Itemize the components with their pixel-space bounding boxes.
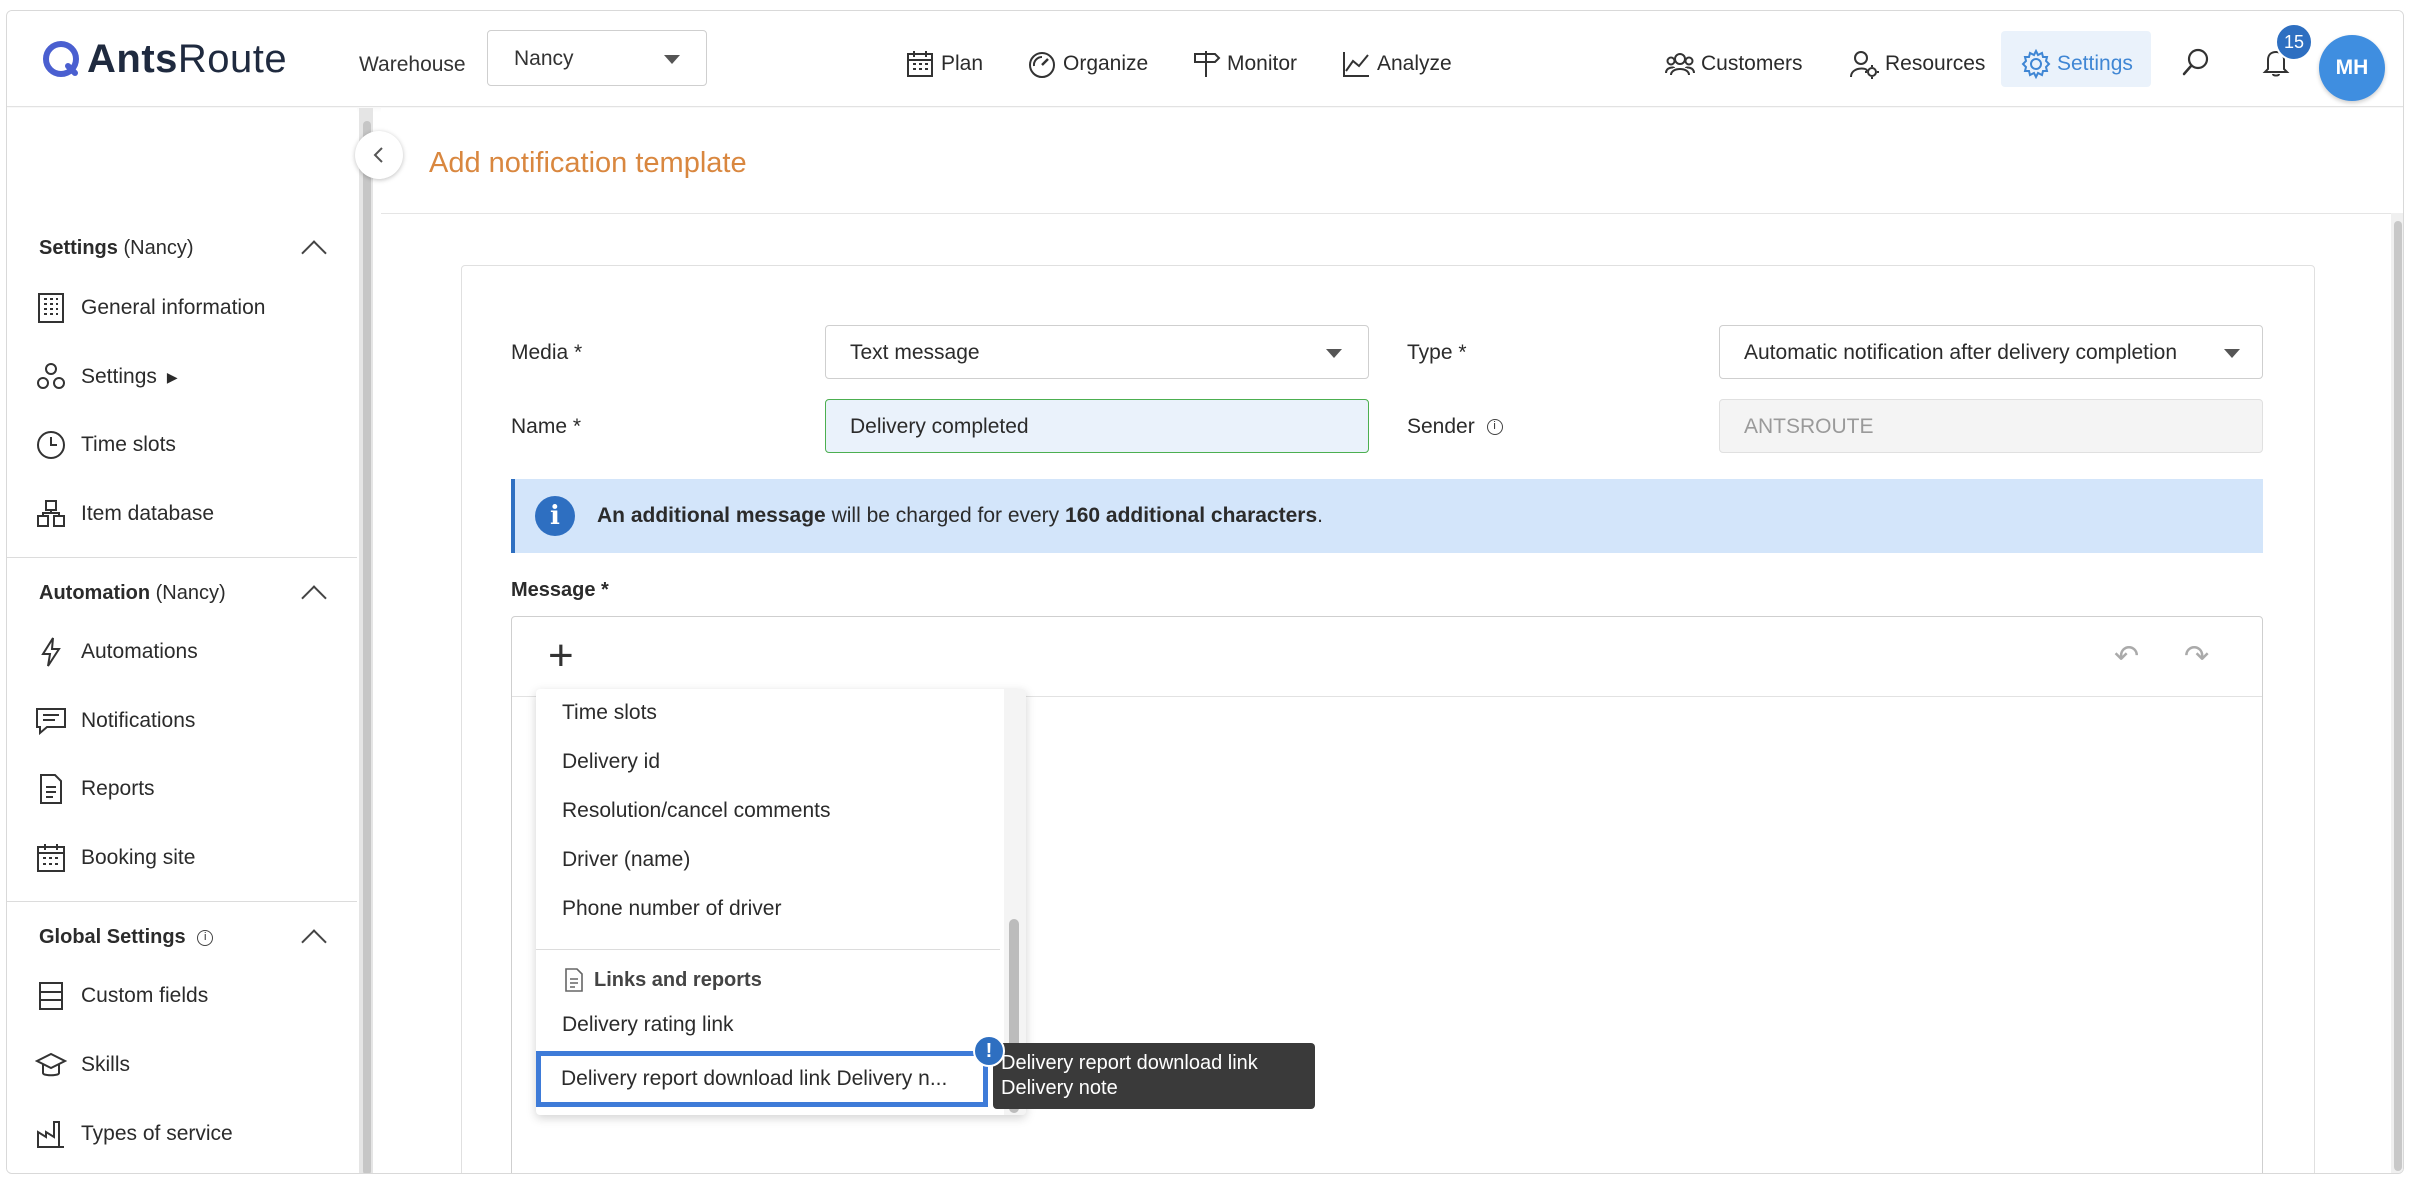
search-icon [2182, 48, 2209, 76]
nav-organize[interactable]: Organize [1027, 49, 1148, 79]
sidebar-item-settings[interactable]: Settings ▶ [35, 361, 178, 393]
chevron-down-icon [2224, 349, 2240, 358]
dropdown-item-delivery-rating-link[interactable]: Delivery rating link [562, 1013, 734, 1037]
title-divider [381, 213, 2391, 214]
calendar-icon [907, 51, 933, 77]
nav-settings[interactable]: Settings [2021, 49, 2133, 79]
sidebar-divider [7, 901, 357, 902]
app-window: AntsRoute Warehouse Nancy Plan Organize … [6, 10, 2404, 1174]
message-label: Message * [511, 579, 609, 601]
chevron-up-icon[interactable] [301, 585, 327, 611]
sidebar-item-automations[interactable]: Automations [35, 636, 198, 668]
logo-icon [43, 41, 79, 77]
sidebar-item-booking-site[interactable]: Booking site [35, 842, 195, 874]
sidebar-scrollbar-thumb[interactable] [363, 121, 371, 1173]
info-icon: i [535, 496, 575, 536]
dropdown-divider [536, 949, 1000, 950]
chat-icon [36, 708, 66, 736]
nav-customers[interactable]: Customers [1665, 49, 1803, 79]
tooltip: Delivery report download link Delivery n… [993, 1043, 1315, 1109]
dropdown-item-driver-name[interactable]: Driver (name) [562, 848, 690, 872]
clock-icon [37, 431, 65, 459]
dropdown-group-links-reports: Links and reports [562, 967, 762, 993]
chevron-up-icon[interactable] [301, 929, 327, 955]
sidebar-item-notifications[interactable]: Notifications [35, 705, 195, 737]
name-label: Name * [511, 415, 582, 438]
customers-icon [1665, 53, 1695, 76]
lightning-icon [41, 637, 61, 667]
sidebar: Settings (Nancy) General information Set… [7, 108, 357, 1173]
chevron-down-icon [1326, 349, 1342, 358]
top-navigation-bar: AntsRoute Warehouse Nancy Plan Organize … [7, 11, 2403, 107]
document-icon [40, 774, 62, 804]
sidebar-divider [7, 557, 357, 558]
document-icon [565, 968, 583, 992]
list-icon [39, 982, 63, 1010]
sidebar-item-skills[interactable]: Skills [35, 1049, 130, 1081]
info-icon: i [197, 929, 214, 946]
chevron-up-icon[interactable] [301, 240, 327, 266]
dropdown-item-delivery-id[interactable]: Delivery id [562, 750, 660, 774]
sidebar-item-item-database[interactable]: Item database [35, 498, 214, 530]
factory-icon [37, 1121, 64, 1148]
gear-icon [2021, 49, 2051, 79]
calendar-icon [37, 844, 65, 872]
gauge-icon [1029, 52, 1055, 78]
sidebar-section-automation[interactable]: Automation (Nancy) [39, 582, 226, 605]
chart-icon [1343, 52, 1369, 77]
nav-resources[interactable]: Resources [1849, 49, 1985, 79]
media-label: Media * [511, 341, 583, 364]
info-icon[interactable]: i [1486, 419, 1503, 436]
banner-text: An additional message will be charged fo… [597, 504, 1323, 527]
sidebar-item-time-slots[interactable]: Time slots [35, 429, 176, 461]
nav-monitor[interactable]: Monitor [1191, 49, 1297, 79]
notification-count-badge: 15 [2275, 23, 2313, 61]
sidebar-item-types-of-service[interactable]: Types of service [35, 1118, 233, 1150]
logo-text: AntsRoute [87, 36, 288, 81]
media-select[interactable]: Text message [825, 325, 1369, 379]
variable-dropdown: Time slots Delivery id Resolution/cancel… [536, 689, 1026, 1115]
nav-analyze[interactable]: Analyze [1341, 49, 1452, 79]
chevron-down-icon [664, 55, 680, 64]
collapse-sidebar-button[interactable] [355, 131, 403, 179]
name-input[interactable]: Delivery completed [825, 399, 1369, 453]
type-select[interactable]: Automatic notification after delivery co… [1719, 325, 2263, 379]
sender-input: ANTSROUTE [1719, 399, 2263, 453]
main-scrollbar-thumb[interactable] [2394, 221, 2402, 1171]
editor-toolbar: + ↶ ↷ [512, 617, 2262, 697]
add-variable-button[interactable]: + [548, 631, 574, 681]
info-banner: i An additional message will be charged … [511, 479, 2263, 553]
sender-label: Sender i [1407, 415, 1503, 439]
sidebar-item-general-information[interactable]: General information [35, 292, 265, 324]
redo-icon[interactable]: ↷ [2184, 639, 2209, 674]
dropdown-item-driver-phone[interactable]: Phone number of driver [562, 897, 781, 921]
chevron-left-icon [373, 147, 383, 163]
sidebar-section-settings[interactable]: Settings (Nancy) [39, 237, 193, 260]
building-icon [38, 293, 64, 323]
undo-icon[interactable]: ↶ [2114, 639, 2139, 674]
sidebar-section-global-settings[interactable]: Global Settings i [39, 926, 214, 949]
search-button[interactable] [2181, 47, 2217, 77]
sidebar-item-custom-fields[interactable]: Custom fields [35, 980, 208, 1012]
cubes-icon [37, 363, 65, 389]
nav-plan[interactable]: Plan [905, 49, 983, 79]
dropdown-item-resolution-comments[interactable]: Resolution/cancel comments [562, 799, 830, 823]
antsroute-logo[interactable]: AntsRoute [41, 33, 287, 85]
warehouse-value: Nancy [514, 47, 574, 70]
resources-icon [1850, 51, 1879, 79]
user-avatar[interactable]: MH [2319, 35, 2385, 101]
signpost-icon [1194, 51, 1221, 77]
graduation-icon [35, 1052, 67, 1077]
warehouse-label: Warehouse [359, 53, 466, 76]
type-label: Type * [1407, 341, 1467, 364]
warehouse-select[interactable]: Nancy [487, 30, 707, 86]
warning-icon: ! [973, 1035, 1005, 1067]
sidebar-item-reports[interactable]: Reports [35, 773, 155, 805]
boxes-icon [37, 500, 65, 527]
page-title: Add notification template [429, 147, 747, 179]
dropdown-item-delivery-report-link[interactable]: Delivery report download link Delivery n… [536, 1051, 988, 1107]
dropdown-item-time-slots[interactable]: Time slots [562, 701, 657, 725]
expand-arrow-icon: ▶ [166, 368, 178, 385]
